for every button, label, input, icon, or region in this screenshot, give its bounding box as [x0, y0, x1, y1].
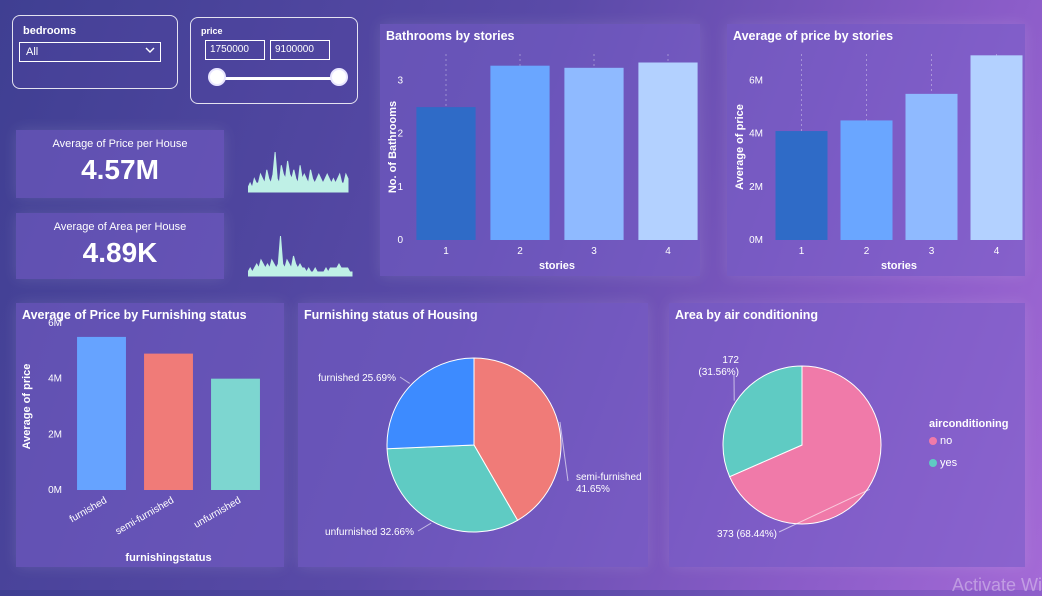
kpi-label: Average of Price per House	[16, 138, 224, 150]
chevron-down-icon	[144, 44, 156, 59]
kpi-average-area: Average of Area per House 4.89K	[16, 213, 224, 279]
bar[interactable]	[490, 66, 549, 240]
x-tick-label: unfurnished	[192, 495, 243, 531]
x-axis-label: stories	[539, 260, 575, 272]
x-tick-label: 1	[443, 246, 449, 257]
price-slider-max-handle[interactable]	[330, 68, 348, 86]
legend-item-yes[interactable]: yes	[929, 457, 957, 469]
aircon-area-pie: 373 (68.44%) 172(31.56%)	[669, 303, 1025, 567]
price-by-stories-chart: 0M 2M 4M 6M 1 2 3 4 stories Average of price	[727, 24, 1025, 276]
bar[interactable]	[776, 131, 828, 240]
price-by-furnishing-chart: 0M 2M 4M 6M furnishedsemi-furnished unfurnish…	[16, 303, 284, 567]
x-tick-label: 3	[929, 246, 935, 257]
y-axis-label: Average of price	[21, 364, 33, 450]
legend-dot	[929, 459, 937, 467]
bar[interactable]	[971, 55, 1023, 240]
price-by-stories-card: Average of price by stories 0M2M4M6M1234…	[727, 24, 1025, 276]
legend-item-no[interactable]: no	[929, 435, 952, 447]
legend-label: yes	[940, 457, 957, 469]
bar[interactable]	[211, 379, 260, 490]
y-tick-label: 6M	[48, 318, 62, 329]
y-tick-label: 4M	[48, 374, 62, 385]
x-tick-label: 1	[799, 246, 805, 257]
y-tick-label: 0M	[749, 235, 763, 246]
x-tick-label: 4	[994, 246, 1000, 257]
y-tick-label: 6M	[749, 76, 763, 87]
bathrooms-by-stories-chart: 01231234storiesNo. of Bathrooms	[380, 24, 700, 276]
price-by-furnishing-card: Average of Price by Furnishing status 0M…	[16, 303, 284, 567]
pie-data-label: unfurnished 32.66%	[325, 527, 414, 538]
pie-slice[interactable]	[387, 358, 474, 449]
bedrooms-slicer: bedrooms All	[12, 15, 178, 89]
y-tick-label: 0M	[48, 485, 62, 496]
bar[interactable]	[564, 68, 623, 240]
bedrooms-dropdown[interactable]: All	[19, 42, 161, 62]
bar[interactable]	[841, 120, 893, 240]
price-min-input[interactable]: 1750000	[205, 40, 265, 60]
bar[interactable]	[77, 337, 126, 490]
x-tick-label: furnished	[68, 495, 109, 525]
bar[interactable]	[638, 63, 697, 240]
y-axis-label: Average of price	[734, 104, 746, 190]
bar[interactable]	[906, 94, 958, 240]
leader-line	[400, 377, 410, 383]
price-sparkline-area	[248, 152, 348, 192]
legend-title: airconditioning	[929, 418, 1008, 430]
bar[interactable]	[144, 354, 193, 490]
x-tick-label: 3	[591, 246, 597, 257]
x-tick-label: 4	[665, 246, 671, 257]
legend-dot	[929, 437, 937, 445]
y-tick-label: 3	[397, 76, 403, 87]
price-slicer: price 1750000 9100000	[190, 17, 358, 104]
price-slider-track[interactable]	[217, 77, 339, 80]
x-tick-label: semi-furnished	[114, 495, 176, 537]
y-axis-label: No. of Bathrooms	[387, 101, 399, 193]
y-tick-label: 0	[397, 235, 403, 246]
aircon-area-card: Area by air conditioning 373 (68.44%)172…	[669, 303, 1025, 567]
price-max-input[interactable]: 9100000	[270, 40, 330, 60]
pie-data-label: semi-furnished	[576, 472, 642, 483]
price-slicer-title: price	[201, 26, 223, 36]
price-slider-min-handle[interactable]	[208, 68, 226, 86]
furnishing-status-card: Furnishing status of Housing semi-furnis…	[298, 303, 648, 567]
pie-data-label: 373 (68.44%)	[717, 529, 777, 540]
furnishing-status-pie: semi-furnished41.65% unfurnished 32.66% fu…	[298, 303, 648, 567]
leader-line	[418, 523, 431, 531]
price-sparkline	[248, 148, 350, 194]
y-tick-label: 4M	[749, 129, 763, 140]
y-tick-label: 2M	[749, 182, 763, 193]
area-sparkline-area	[248, 236, 352, 276]
kpi-value: 4.89K	[16, 237, 224, 269]
activation-watermark: Activate Wi	[952, 575, 1042, 596]
x-axis-label: stories	[881, 260, 917, 272]
x-tick-label: 2	[517, 246, 523, 257]
kpi-average-price: Average of Price per House 4.57M	[16, 130, 224, 198]
pie-data-label: 172	[722, 355, 739, 366]
y-tick-label: 2M	[48, 429, 62, 440]
x-tick-label: 2	[864, 246, 870, 257]
pie-data-label: (31.56%)	[698, 367, 739, 378]
x-axis-label: furnishingstatus	[125, 552, 211, 564]
kpi-label: Average of Area per House	[16, 221, 224, 233]
kpi-value: 4.57M	[16, 154, 224, 186]
bedrooms-slicer-title: bedrooms	[23, 25, 76, 37]
legend-label: no	[940, 435, 952, 447]
bar[interactable]	[416, 107, 475, 240]
bathrooms-by-stories-card: Bathrooms by stories 01231234storiesNo. …	[380, 24, 700, 276]
pie-data-label: furnished 25.69%	[318, 373, 396, 384]
bedrooms-dropdown-value: All	[26, 46, 38, 58]
pie-data-label: 41.65%	[576, 484, 610, 495]
area-sparkline	[248, 232, 354, 278]
